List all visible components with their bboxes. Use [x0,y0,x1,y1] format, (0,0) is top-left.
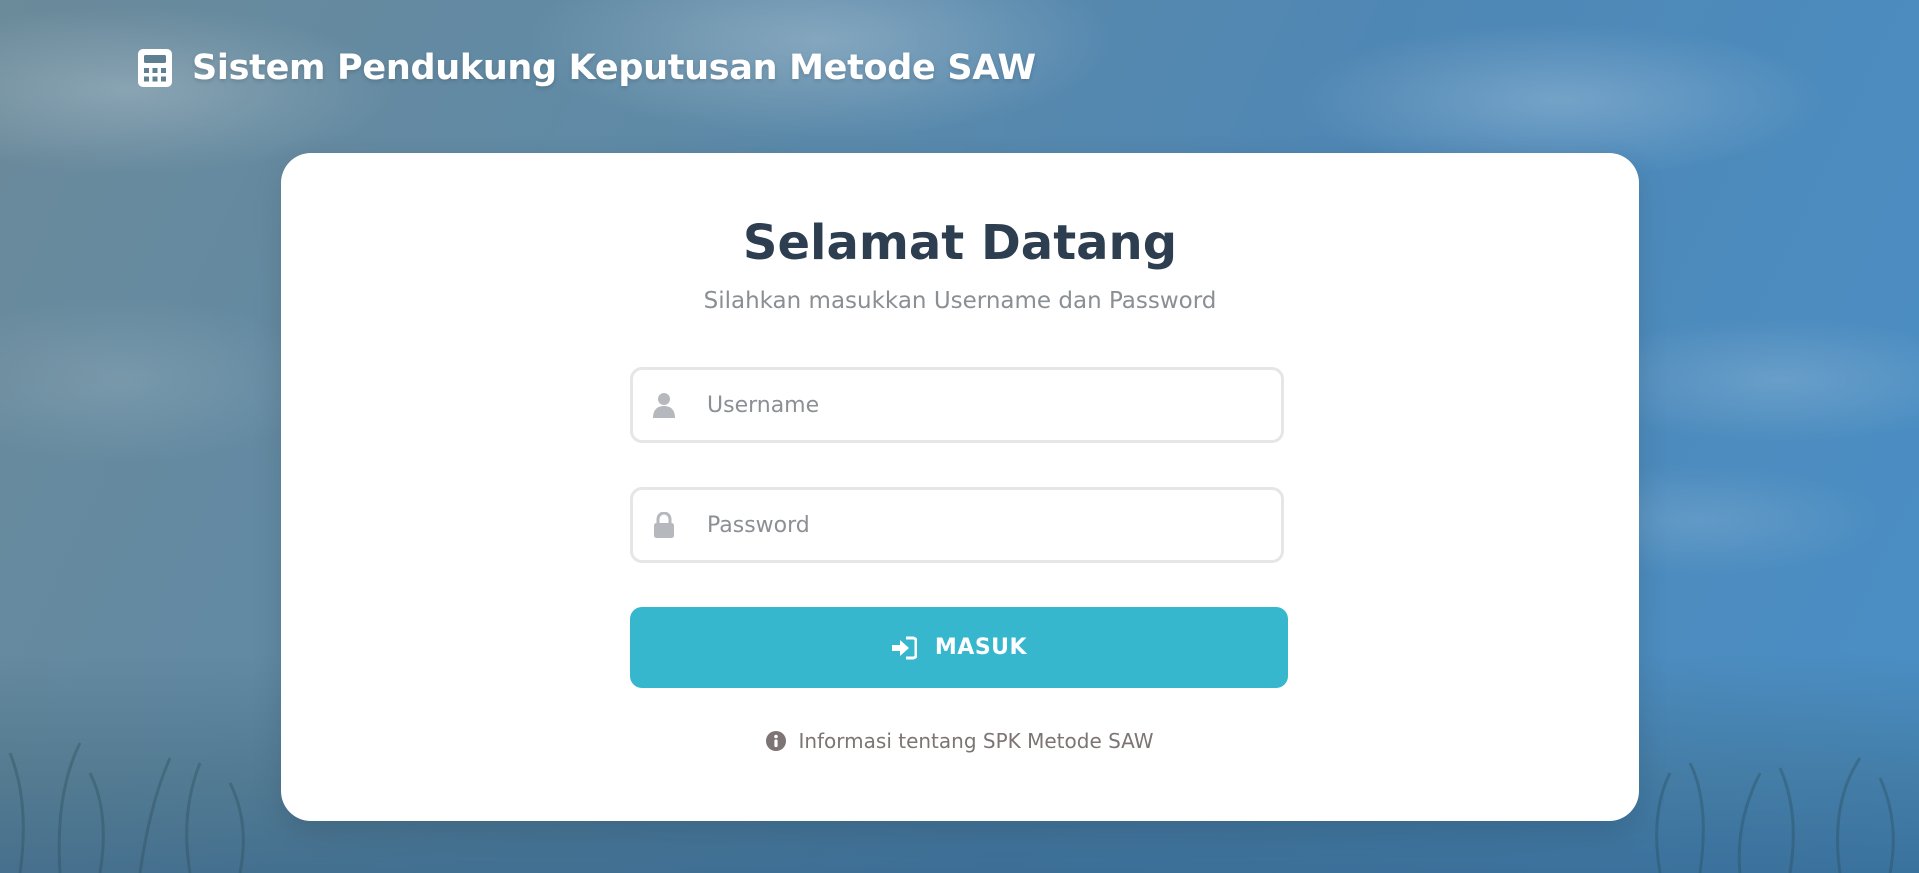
username-field[interactable] [630,367,1284,443]
login-button[interactable]: MASUK [630,607,1288,688]
username-input[interactable] [705,370,1265,440]
info-link-label: Informasi tentang SPK Metode SAW [798,729,1154,753]
app-title: Sistem Pendukung Keputusan Metode SAW [192,48,1036,88]
lock-icon [651,512,677,538]
calculator-icon [138,49,172,87]
app-header: Sistem Pendukung Keputusan Metode SAW [138,48,1036,88]
info-circle-icon [766,731,787,751]
login-card: Selamat Datang Silahkan masukkan Usernam… [281,153,1639,821]
password-field[interactable] [630,487,1284,563]
login-button-label: MASUK [934,635,1028,660]
user-icon [651,392,677,418]
sign-in-icon [891,636,917,659]
welcome-heading: Selamat Datang [742,215,1178,271]
password-input[interactable] [705,490,1265,560]
info-link[interactable]: Informasi tentang SPK Metode SAW [281,729,1639,753]
login-instructions: Silahkan masukkan Username dan Password [703,288,1217,314]
